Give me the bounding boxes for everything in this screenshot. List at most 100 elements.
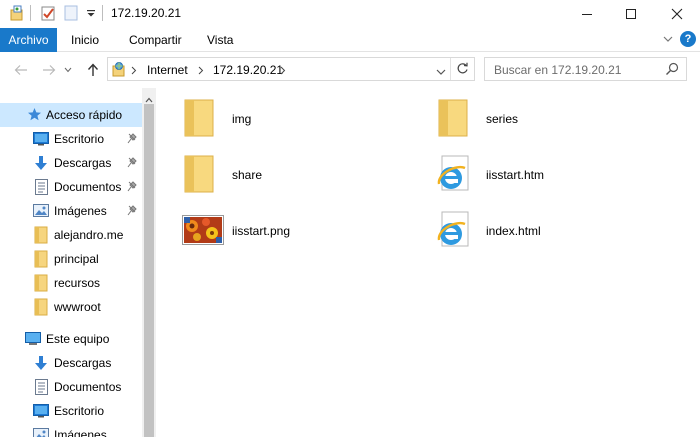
tab-home[interactable]: Inicio [71, 28, 99, 52]
breadcrumb-chevron-icon[interactable] [280, 64, 286, 78]
file-name: iisstart.htm [486, 168, 545, 182]
customize-dropdown-icon[interactable] [84, 3, 98, 23]
star-icon [27, 107, 42, 125]
recent-locations-dropdown[interactable] [62, 61, 74, 79]
help-icon[interactable]: ? [680, 31, 696, 47]
back-button[interactable] [12, 61, 30, 79]
sidebar-item-quick-access[interactable]: Acceso rápido [0, 103, 142, 127]
network-location-icon [111, 61, 127, 80]
folder-icon [34, 250, 48, 271]
title-bar: 172.19.20.21 [0, 0, 700, 28]
folder-icon [184, 98, 214, 141]
file-name: series [486, 112, 519, 126]
sidebar-item-recursos[interactable]: recursos [0, 271, 142, 295]
sidebar-item-pictures[interactable]: Imágenes [0, 199, 142, 223]
sidebar-item-label: Documentos [54, 180, 122, 194]
sidebar-item-pc-documents[interactable]: Documentos [0, 375, 142, 399]
ribbon-tabs: Archivo Inicio Compartir Vista ? [0, 28, 700, 52]
sidebar-item-label: alejandro.me [54, 228, 124, 242]
tab-file[interactable]: Archivo [0, 28, 57, 52]
pin-icon[interactable] [127, 157, 137, 171]
internet-explorer-icon [436, 210, 470, 253]
sidebar-item-pc-pictures[interactable]: Imágenes [0, 423, 142, 437]
internet-explorer-icon [436, 154, 470, 197]
file-name: iisstart.png [232, 224, 291, 238]
tab-share[interactable]: Compartir [129, 28, 182, 52]
file-item-img[interactable]: img [182, 94, 342, 144]
scroll-thumb[interactable] [144, 104, 154, 437]
breadcrumb-chevron-icon[interactable] [131, 64, 137, 78]
sidebar-item-pc-desktop[interactable]: Escritorio [0, 399, 142, 423]
maximize-button[interactable] [608, 0, 654, 28]
sidebar-item-label: Descargas [54, 356, 112, 370]
navigation-pane[interactable]: Acceso rápido Escritorio Descargas Docum… [0, 88, 156, 437]
forward-button[interactable] [40, 61, 58, 79]
folder-icon [34, 298, 48, 319]
refresh-icon[interactable] [456, 62, 469, 78]
sidebar-item-label: Acceso rápido [46, 108, 123, 122]
sidebar-item-label: Imágenes [54, 428, 107, 437]
sidebar-item-alejandro-me[interactable]: alejandro.me [0, 223, 142, 247]
file-name: share [232, 168, 263, 182]
sidebar-item-desktop[interactable]: Escritorio [0, 127, 142, 151]
sidebar-item-wwwroot[interactable]: wwwroot [0, 295, 142, 319]
tab-view[interactable]: Vista [207, 28, 233, 52]
pin-icon[interactable] [127, 181, 137, 195]
sidebar-item-pc-downloads[interactable]: Descargas [0, 351, 142, 375]
file-list[interactable]: img series share iisstart.htm iisstart.p… [156, 88, 700, 437]
computer-icon [25, 332, 41, 349]
separator [450, 58, 451, 80]
window-title: 172.19.20.21 [111, 6, 182, 20]
documents-icon [35, 179, 48, 198]
properties-icon[interactable] [6, 3, 28, 23]
downloads-icon [33, 155, 49, 174]
up-button[interactable] [84, 61, 102, 79]
new-folder-icon[interactable] [62, 3, 80, 23]
sidebar-item-label: Descargas [54, 156, 112, 170]
pictures-icon [33, 204, 49, 220]
breadcrumb-host[interactable]: 172.19.20.21 [213, 63, 283, 77]
sidebar-item-documents[interactable]: Documentos [0, 175, 142, 199]
sidebar-item-label: recursos [54, 276, 101, 290]
folder-icon [34, 274, 48, 295]
checkmark-properties-icon[interactable] [38, 3, 58, 23]
address-history-dropdown-icon[interactable] [436, 65, 446, 79]
desktop-icon [33, 132, 49, 149]
file-item-series[interactable]: series [436, 94, 596, 144]
desktop-icon [33, 404, 49, 421]
breadcrumb-chevron-icon[interactable] [198, 64, 204, 78]
search-icon[interactable] [665, 62, 679, 79]
pin-icon[interactable] [127, 205, 137, 219]
pin-icon[interactable] [127, 133, 137, 147]
minimize-button[interactable] [564, 0, 610, 28]
breadcrumb-internet[interactable]: Internet [147, 63, 188, 77]
sidebar-item-this-pc[interactable]: Este equipo [0, 327, 142, 351]
sidebar-item-label: wwwroot [54, 300, 101, 314]
documents-icon [35, 379, 48, 398]
file-item-iisstart-htm[interactable]: iisstart.htm [436, 150, 596, 200]
search-field[interactable]: Buscar en 172.19.20.21 [484, 57, 687, 81]
sidebar-item-label: Documentos [54, 380, 122, 394]
sidebar-item-downloads[interactable]: Descargas [0, 151, 142, 175]
file-item-index-html[interactable]: index.html [436, 206, 596, 256]
file-item-share[interactable]: share [182, 150, 342, 200]
folder-icon [184, 154, 214, 197]
sidebar-item-label: principal [54, 252, 99, 266]
separator [30, 5, 31, 21]
file-name: index.html [486, 224, 541, 238]
sidebar-item-label: Escritorio [54, 404, 105, 418]
search-placeholder: Buscar en 172.19.20.21 [494, 63, 622, 77]
sidebar-item-principal[interactable]: principal [0, 247, 142, 271]
address-bar[interactable]: Internet 172.19.20.21 [107, 57, 475, 81]
separator [102, 5, 103, 21]
folder-icon [34, 226, 48, 247]
sidebar-scrollbar[interactable] [142, 88, 156, 437]
file-name: img [232, 112, 252, 126]
expand-ribbon-icon[interactable] [662, 33, 674, 48]
sidebar-item-label: Imágenes [54, 204, 107, 218]
close-button[interactable] [654, 0, 700, 28]
sidebar-item-label: Este equipo [46, 332, 110, 346]
downloads-icon [33, 355, 49, 374]
file-item-iisstart-png[interactable]: iisstart.png [182, 206, 342, 256]
folder-icon [438, 98, 468, 141]
